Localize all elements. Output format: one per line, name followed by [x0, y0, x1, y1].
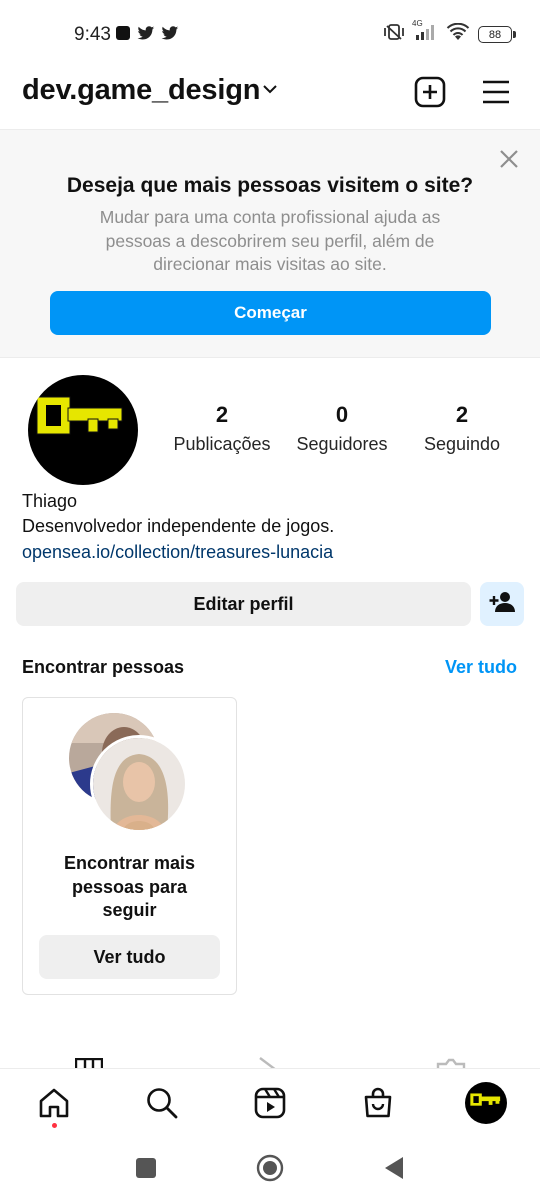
home-circle-icon[interactable] — [256, 1154, 284, 1182]
stat-following[interactable]: 2 Seguindo — [392, 402, 532, 455]
battery-indicator: 88 — [478, 26, 516, 43]
find-more-people-card: Encontrar mais pessoas para seguir Ver t… — [22, 697, 237, 995]
status-bar: 9:43 4G 88 — [0, 0, 540, 64]
close-icon[interactable] — [498, 148, 520, 170]
status-system-icons: 4G 88 — [382, 19, 516, 47]
stat-followers[interactable]: 0 Seguidores — [272, 402, 412, 455]
status-time: 9:43 — [74, 24, 111, 45]
back-icon[interactable] — [380, 1154, 408, 1182]
home-icon[interactable] — [32, 1081, 76, 1125]
profile-header: dev.game_design — [0, 64, 540, 130]
recents-icon[interactable] — [132, 1154, 160, 1182]
reels-tab-icon[interactable] — [258, 1056, 282, 1068]
username-switcher[interactable]: dev.game_design — [22, 74, 260, 107]
profile-tab[interactable] — [464, 1081, 508, 1125]
vibrate-muted-icon — [382, 22, 406, 47]
stat-following-count: 2 — [455, 402, 469, 427]
profile-avatar — [465, 1082, 507, 1124]
profile-avatar[interactable] — [28, 375, 138, 485]
bottom-navigation — [0, 1068, 540, 1136]
stat-posts-label: Publicações — [173, 434, 271, 454]
signal-icon: 4G — [412, 19, 438, 46]
system-navigation-bar — [0, 1136, 540, 1200]
discover-people-button[interactable] — [480, 582, 524, 626]
shop-icon[interactable] — [356, 1081, 400, 1125]
add-person-icon — [489, 591, 515, 618]
get-started-button[interactable]: Começar — [50, 291, 491, 335]
profile-display-name: Thiago — [22, 491, 78, 511]
menu-icon[interactable] — [477, 73, 515, 111]
profile-tabs-partial — [0, 1054, 540, 1068]
network-type: 4G — [412, 19, 423, 28]
key-icon — [470, 1093, 501, 1106]
app-notification-icon — [115, 25, 131, 46]
banner-description: Mudar para uma conta profissional ajuda … — [99, 207, 441, 274]
notification-dot — [52, 1123, 57, 1128]
card-see-all-button[interactable]: Ver tudo — [39, 935, 220, 979]
see-all-link[interactable]: Ver tudo — [445, 657, 517, 678]
tagged-icon[interactable] — [436, 1058, 466, 1068]
stat-following-label: Seguindo — [423, 434, 501, 454]
profile-bio: Desenvolvedor independente de jogos. — [22, 516, 335, 536]
new-post-icon[interactable] — [411, 73, 449, 111]
stat-posts[interactable]: 2 Publicações — [152, 402, 292, 455]
grid-icon[interactable] — [74, 1057, 104, 1068]
reels-icon[interactable] — [248, 1081, 292, 1125]
suggested-user-avatar — [90, 735, 188, 833]
status-notification-icons — [115, 25, 179, 46]
stat-posts-count: 2 — [215, 402, 229, 427]
wifi-icon — [446, 22, 470, 46]
chevron-down-icon[interactable] — [262, 82, 278, 100]
search-icon[interactable] — [140, 1081, 184, 1125]
stat-followers-label: Seguidores — [296, 434, 388, 454]
twitter-icon — [137, 25, 155, 46]
banner-title: Deseja que mais pessoas visitem o site? — [66, 174, 474, 197]
find-people-title: Encontrar pessoas — [22, 657, 185, 677]
find-more-people-text: Encontrar mais pessoas para seguir — [63, 853, 196, 920]
profile-website-link[interactable]: opensea.io/collection/treasures-lunacia — [22, 542, 333, 563]
key-icon — [36, 396, 123, 435]
stat-followers-count: 0 — [335, 402, 349, 427]
twitter-icon — [161, 25, 179, 46]
professional-account-banner: Deseja que mais pessoas visitem o site? … — [0, 130, 540, 358]
edit-profile-button[interactable]: Editar perfil — [16, 582, 471, 626]
